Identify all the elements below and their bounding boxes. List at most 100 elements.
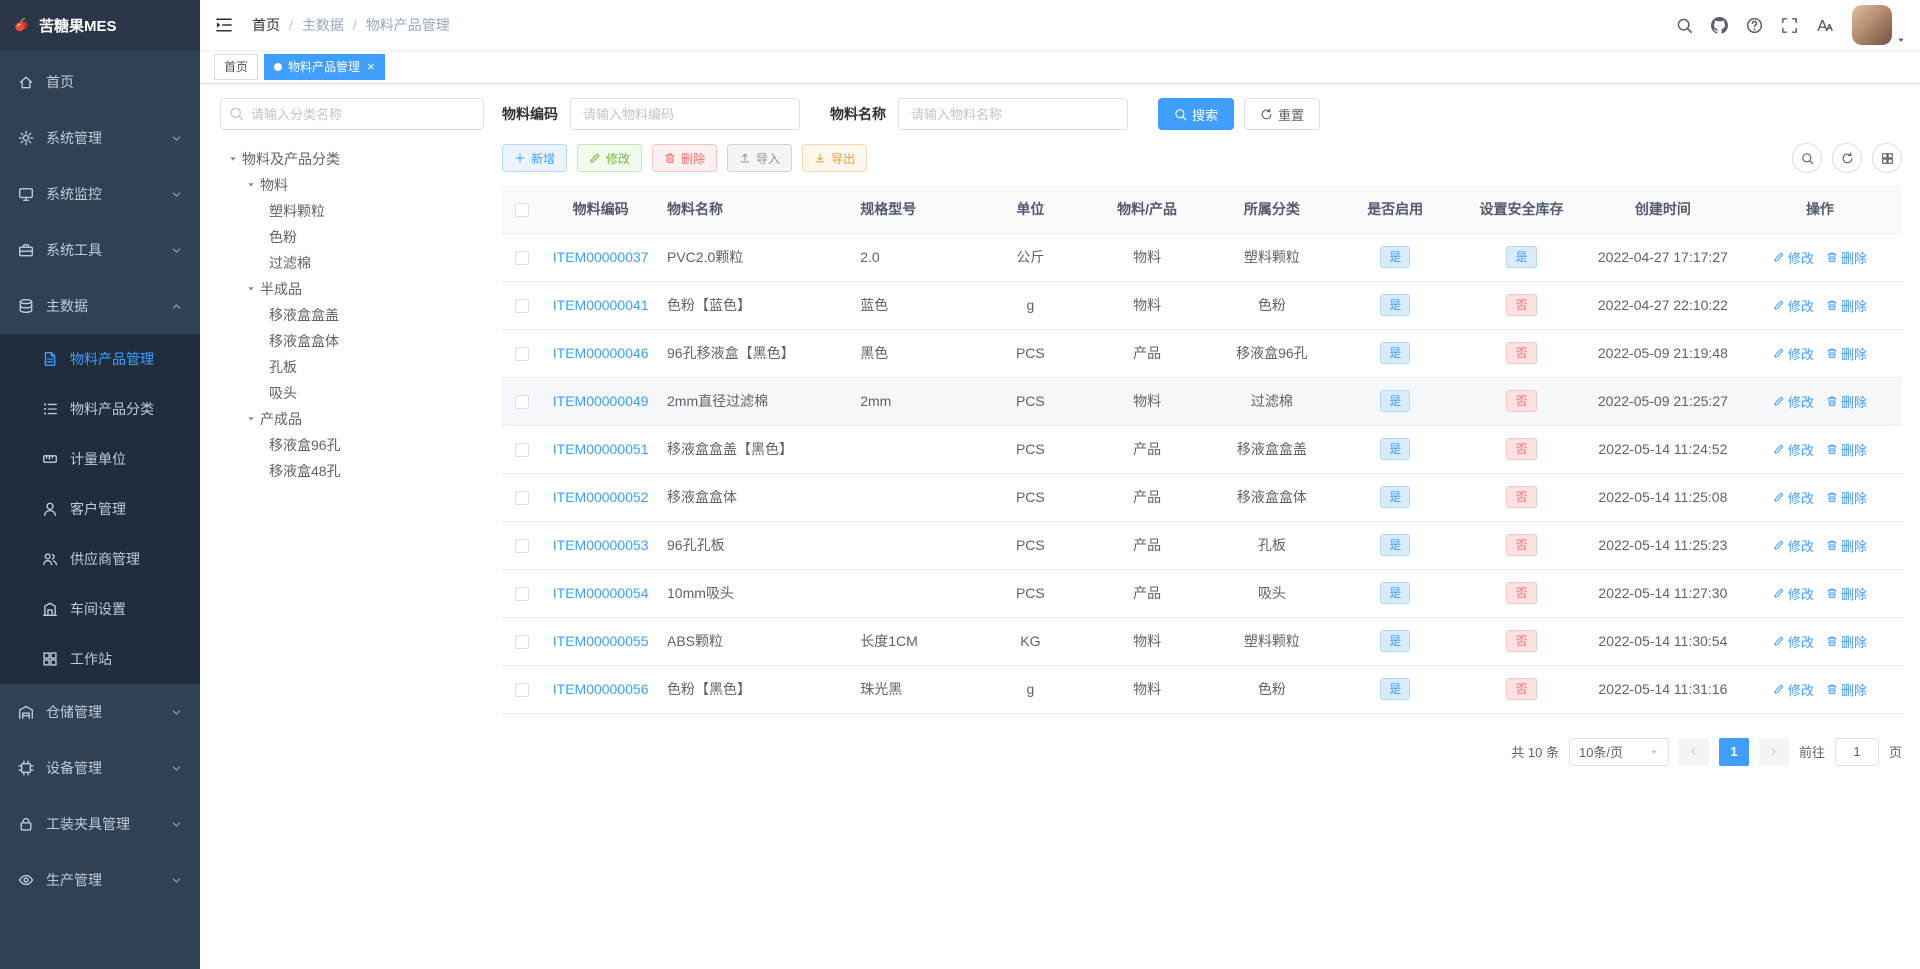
- row-delete-link[interactable]: 删除: [1826, 536, 1867, 555]
- sidebar-subitem[interactable]: 工作站: [0, 634, 200, 684]
- tab-item[interactable]: 首页: [214, 53, 259, 80]
- material-code-link[interactable]: ITEM00000054: [553, 585, 649, 601]
- next-page-button[interactable]: [1758, 737, 1789, 766]
- sidebar-item[interactable]: 主数据: [0, 278, 200, 334]
- row-checkbox[interactable]: [515, 683, 530, 698]
- select-all-checkbox[interactable]: [515, 202, 530, 217]
- material-code-link[interactable]: ITEM00000055: [553, 633, 649, 649]
- material-code-link[interactable]: ITEM00000041: [553, 297, 649, 313]
- material-code-link[interactable]: ITEM00000052: [553, 489, 649, 505]
- sidebar-item[interactable]: 生产管理: [0, 852, 200, 908]
- tree-node[interactable]: 移液盒盒体: [220, 328, 484, 354]
- row-checkbox[interactable]: [515, 539, 530, 554]
- font-size-icon[interactable]: [1807, 17, 1842, 34]
- row-delete-link[interactable]: 删除: [1826, 344, 1867, 363]
- row-checkbox[interactable]: [515, 491, 530, 506]
- row-delete-link[interactable]: 删除: [1826, 632, 1867, 651]
- delete-button[interactable]: 删除: [652, 144, 718, 172]
- sidebar-subitem[interactable]: 计量单位: [0, 434, 200, 484]
- row-edit-link[interactable]: 修改: [1773, 296, 1814, 315]
- material-code-link[interactable]: ITEM00000053: [553, 537, 649, 553]
- tree-node[interactable]: 移液盒48孔: [220, 458, 484, 484]
- material-code-link[interactable]: ITEM00000046: [553, 345, 649, 361]
- fullscreen-icon[interactable]: [1772, 17, 1807, 34]
- row-checkbox[interactable]: [515, 395, 530, 410]
- row-edit-link[interactable]: 修改: [1773, 248, 1814, 267]
- material-code-link[interactable]: ITEM00000056: [553, 681, 649, 697]
- row-checkbox[interactable]: [515, 347, 530, 362]
- github-icon[interactable]: [1702, 16, 1737, 34]
- tree-node[interactable]: 移液盒96孔: [220, 432, 484, 458]
- search-button[interactable]: 搜索: [1158, 98, 1235, 130]
- tab-close-icon[interactable]: ×: [367, 60, 375, 73]
- sidebar-item[interactable]: 系统监控: [0, 166, 200, 222]
- tree-node[interactable]: 半成品: [220, 276, 484, 302]
- row-delete-link[interactable]: 删除: [1826, 440, 1867, 459]
- breadcrumb-item[interactable]: 首页: [252, 15, 280, 35]
- question-icon[interactable]: [1737, 17, 1772, 34]
- tree-node[interactable]: 物料: [220, 172, 484, 198]
- row-delete-link[interactable]: 删除: [1826, 584, 1867, 603]
- page-1-button[interactable]: 1: [1718, 737, 1749, 766]
- material-code-link[interactable]: ITEM00000049: [553, 393, 649, 409]
- row-delete-link[interactable]: 删除: [1826, 392, 1867, 411]
- row-edit-link[interactable]: 修改: [1773, 680, 1814, 699]
- row-checkbox[interactable]: [515, 251, 530, 266]
- reset-button[interactable]: 重置: [1244, 98, 1321, 130]
- sidebar-item[interactable]: 系统工具: [0, 222, 200, 278]
- sidebar-subitem[interactable]: 客户管理: [0, 484, 200, 534]
- row-delete-link[interactable]: 删除: [1826, 296, 1867, 315]
- hamburger-icon[interactable]: [200, 16, 248, 34]
- goto-page-input[interactable]: [1834, 737, 1879, 766]
- sidebar-item[interactable]: 工装夹具管理: [0, 796, 200, 852]
- material-code-link[interactable]: ITEM00000051: [553, 441, 649, 457]
- toggle-search-button[interactable]: [1792, 143, 1822, 173]
- tree-node[interactable]: 产成品: [220, 406, 484, 432]
- sidebar-item[interactable]: 系统管理: [0, 110, 200, 166]
- sidebar-item[interactable]: 设备管理: [0, 740, 200, 796]
- name-filter-input[interactable]: [898, 98, 1128, 130]
- tree-node[interactable]: 物料及产品分类: [220, 146, 484, 172]
- row-delete-link[interactable]: 删除: [1826, 248, 1867, 267]
- row-edit-link[interactable]: 修改: [1773, 536, 1814, 555]
- row-checkbox[interactable]: [515, 299, 530, 314]
- row-delete-link[interactable]: 删除: [1826, 488, 1867, 507]
- sidebar-subitem[interactable]: 物料产品管理: [0, 334, 200, 384]
- add-button[interactable]: 新增: [502, 144, 568, 172]
- breadcrumb-item[interactable]: 物料产品管理: [366, 15, 450, 35]
- refresh-table-button[interactable]: [1832, 143, 1862, 173]
- sidebar-subitem[interactable]: 物料产品分类: [0, 384, 200, 434]
- row-checkbox[interactable]: [515, 587, 530, 602]
- edit-button[interactable]: 修改: [577, 144, 643, 172]
- search-icon[interactable]: [1667, 17, 1702, 34]
- code-filter-input[interactable]: [570, 98, 800, 130]
- app-logo[interactable]: 苦糖果MES: [0, 0, 200, 50]
- tree-node[interactable]: 吸头: [220, 380, 484, 406]
- row-edit-link[interactable]: 修改: [1773, 392, 1814, 411]
- category-search-input[interactable]: [220, 98, 484, 130]
- prev-page-button[interactable]: [1678, 737, 1709, 766]
- breadcrumb-item[interactable]: 主数据: [302, 15, 344, 35]
- sidebar-subitem[interactable]: 车间设置: [0, 584, 200, 634]
- sidebar-subitem[interactable]: 供应商管理: [0, 534, 200, 584]
- row-edit-link[interactable]: 修改: [1773, 632, 1814, 651]
- page-size-select[interactable]: 10条/页: [1568, 737, 1669, 766]
- tree-node[interactable]: 塑料颗粒: [220, 198, 484, 224]
- tab-item[interactable]: 物料产品管理 ×: [264, 53, 385, 80]
- export-button[interactable]: 导出: [802, 144, 868, 172]
- material-code-link[interactable]: ITEM00000037: [553, 249, 649, 265]
- sidebar-item[interactable]: 首页: [0, 54, 200, 110]
- tree-node[interactable]: 色粉: [220, 224, 484, 250]
- row-edit-link[interactable]: 修改: [1773, 584, 1814, 603]
- import-button[interactable]: 导入: [727, 144, 793, 172]
- column-settings-button[interactable]: [1872, 143, 1902, 173]
- row-edit-link[interactable]: 修改: [1773, 440, 1814, 459]
- row-delete-link[interactable]: 删除: [1826, 680, 1867, 699]
- row-edit-link[interactable]: 修改: [1773, 344, 1814, 363]
- sidebar-item[interactable]: 仓储管理: [0, 684, 200, 740]
- user-menu[interactable]: [1852, 5, 1906, 45]
- tree-node[interactable]: 过滤棉: [220, 250, 484, 276]
- tree-node[interactable]: 孔板: [220, 354, 484, 380]
- row-checkbox[interactable]: [515, 443, 530, 458]
- row-checkbox[interactable]: [515, 635, 530, 650]
